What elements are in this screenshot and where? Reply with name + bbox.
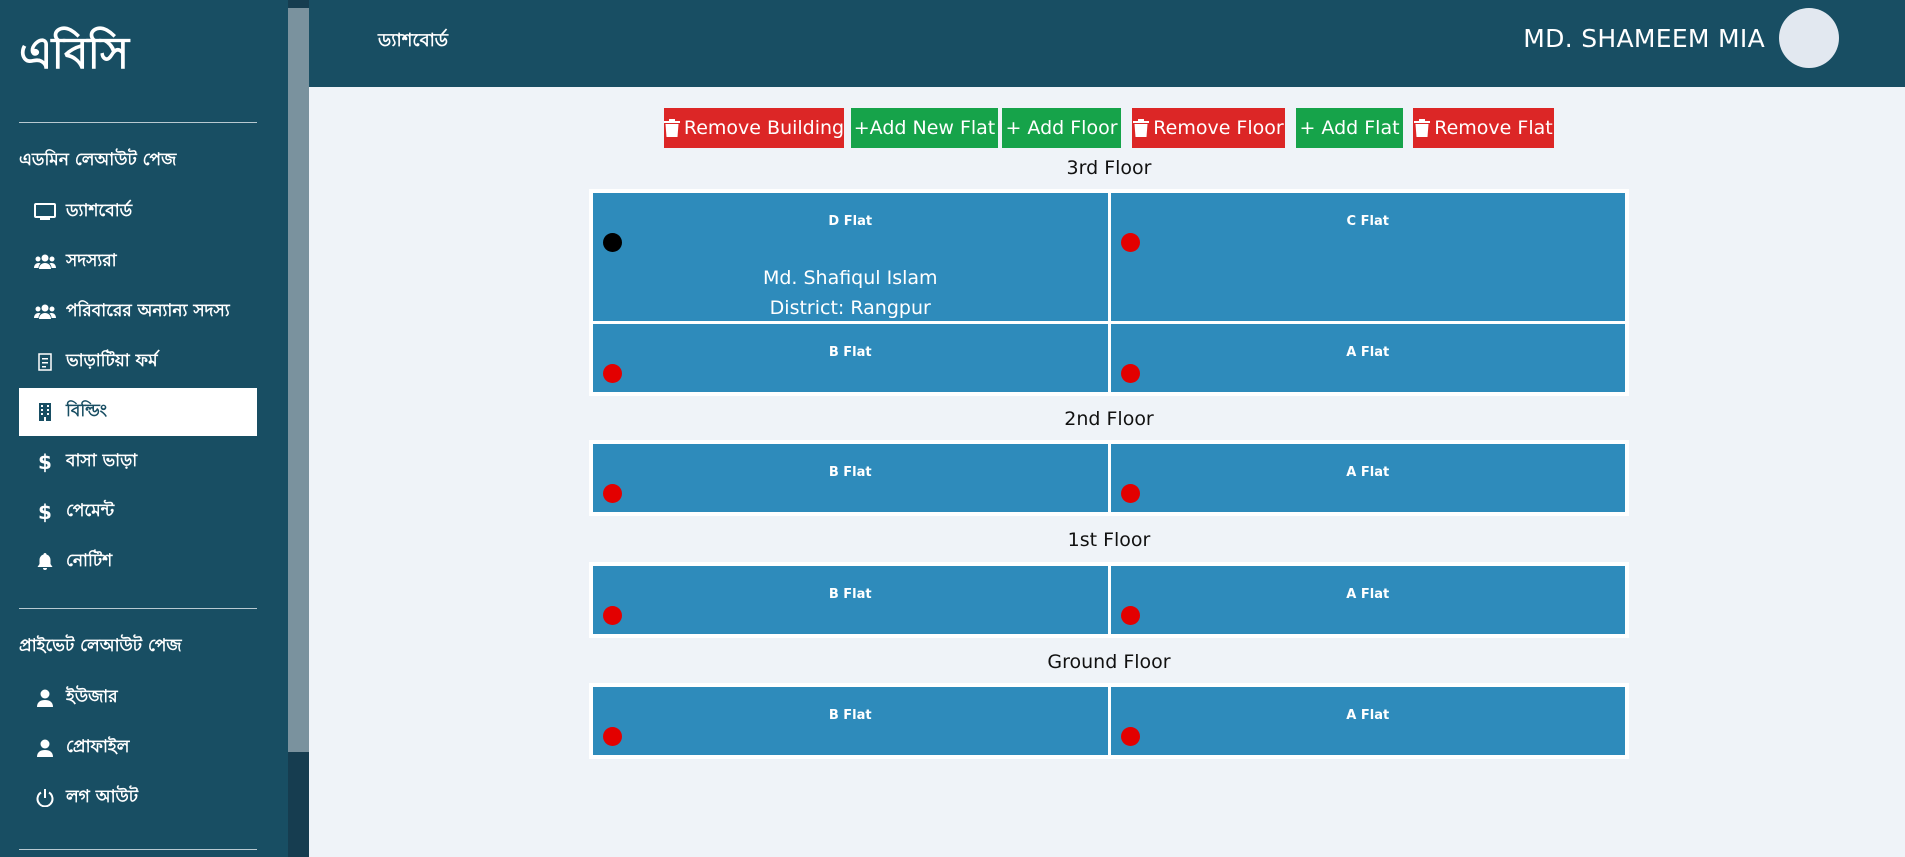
sidebar-item-notice[interactable]: নোটিশ	[19, 538, 257, 586]
avatar[interactable]	[1779, 8, 1839, 68]
vacant-status-dot	[603, 484, 622, 503]
floor-block: B Flat A Flat	[589, 562, 1629, 638]
sidebar-item-label: পেমেন্ট	[66, 501, 115, 521]
vacant-status-dot	[603, 606, 622, 625]
flat-name: B Flat	[828, 345, 872, 360]
flat-name: B Flat	[828, 587, 872, 602]
sidebar-item-label: ড্যাশবোর্ড	[66, 201, 133, 221]
add-flat-button[interactable]: + Add Flat	[1296, 108, 1403, 148]
flat-name: A Flat	[1346, 465, 1390, 480]
user-icon	[33, 688, 57, 708]
flat-cell[interactable]: A Flat	[1110, 444, 1625, 512]
sidebar-item-building[interactable]: বিল্ডিং	[19, 388, 257, 436]
sidebar-item-tenant-form[interactable]: ভাড়াটিয়া ফর্ম	[19, 338, 257, 386]
breadcrumb[interactable]: ড্যাশবোর্ড	[378, 26, 448, 57]
sidebar-item-logout[interactable]: লগ আউট	[19, 774, 257, 822]
building-icon	[33, 402, 57, 422]
vacant-status-dot	[1120, 606, 1140, 625]
form-icon	[33, 352, 57, 372]
flat-cell[interactable]: B Flat	[593, 324, 1108, 392]
sidebar-item-family-members[interactable]: পরিবারের অন্যান্য সদস্য	[19, 288, 257, 336]
add-floor-button[interactable]: + Add Floor	[1002, 108, 1121, 148]
sidebar-item-label: নোটিশ	[66, 551, 113, 571]
floor-block: D Flat Md. Shafiqul Islam District: Rang…	[589, 189, 1629, 396]
flat-cell[interactable]: A Flat	[1110, 324, 1625, 392]
sidebar-item-label: ভাড়াটিয়া ফর্ম	[66, 351, 158, 371]
user-name: MD. SHAMEEM MIA	[1523, 24, 1765, 53]
flat-cell[interactable]: B Flat	[593, 444, 1108, 512]
vacant-status-dot	[1120, 364, 1140, 383]
flat-cell[interactable]: A Flat	[1110, 687, 1625, 755]
flat-name: A Flat	[1346, 345, 1390, 360]
sidebar-divider	[19, 849, 257, 850]
flat-cell[interactable]: B Flat	[593, 566, 1108, 634]
sidebar-item-dashboard[interactable]: ড্যাশবোর্ড	[19, 188, 257, 236]
trash-icon	[663, 119, 680, 137]
flat-name: C Flat	[1346, 214, 1389, 229]
sidebar-scroll-thumb[interactable]	[288, 8, 309, 752]
power-icon	[33, 788, 57, 808]
top-header: ড্যাশবোর্ড MD. SHAMEEM MIA	[309, 0, 1905, 87]
sidebar-item-members[interactable]: সদস্যরা	[19, 238, 257, 286]
flat-name: D Flat	[828, 214, 873, 229]
floor-title: Ground Floor	[1047, 651, 1171, 673]
floor-block: B Flat A Flat	[589, 440, 1629, 516]
flat-cell[interactable]: C Flat	[1110, 193, 1625, 321]
remove-floor-button[interactable]: Remove Floor	[1132, 108, 1285, 148]
sidebar-item-house-rent[interactable]: $ বাসা ভাড়া	[19, 438, 257, 486]
flat-name: A Flat	[1346, 587, 1390, 602]
floor-title: 3rd Floor	[1066, 157, 1152, 179]
occupied-status-dot	[603, 233, 622, 252]
dollar-icon: $	[38, 500, 52, 524]
flat-name: B Flat	[828, 465, 872, 480]
sidebar-item-label: সদস্যরা	[66, 251, 117, 271]
sidebar-item-profile[interactable]: প্রোফাইল	[19, 724, 257, 772]
monitor-icon	[33, 202, 57, 222]
add-new-flat-button[interactable]: +Add New Flat	[851, 108, 998, 148]
users-icon	[33, 252, 57, 272]
brand-logo[interactable]: এবিসি	[19, 20, 129, 93]
vacant-status-dot	[1120, 727, 1140, 746]
trash-icon	[1414, 119, 1431, 137]
sidebar-item-label: বিল্ডিং	[66, 401, 108, 421]
vacant-status-dot	[1120, 233, 1140, 252]
admin-section-title: এডমিন লেআউট পেজ	[19, 150, 177, 170]
flat-cell[interactable]: A Flat	[1110, 566, 1625, 634]
trash-icon	[1133, 119, 1150, 137]
sidebar-item-user[interactable]: ইউজার	[19, 674, 257, 722]
user-icon	[33, 738, 57, 758]
floor-block: B Flat A Flat	[589, 683, 1629, 759]
flat-name: A Flat	[1346, 708, 1390, 723]
sidebar: এবিসি এডমিন লেআউট পেজ ড্যাশবোর্ড সদস্যরা…	[0, 0, 288, 857]
bell-icon	[33, 552, 57, 572]
flat-cell[interactable]: D Flat Md. Shafiqul Islam District: Rang…	[593, 193, 1108, 321]
remove-flat-button[interactable]: Remove Flat	[1413, 108, 1554, 148]
tenant-info: Md. Shafiqul Islam District: Rangpur	[593, 263, 1108, 323]
sidebar-item-payment[interactable]: $ পেমেন্ট	[19, 488, 257, 536]
sidebar-item-label: প্রোফাইল	[66, 737, 130, 757]
flat-name: B Flat	[828, 708, 872, 723]
tenant-name: Md. Shafiqul Islam	[762, 267, 938, 289]
vacant-status-dot	[603, 364, 622, 383]
vacant-status-dot	[603, 727, 622, 746]
remove-building-button[interactable]: Remove Building	[663, 108, 844, 148]
sidebar-divider	[19, 122, 257, 123]
flat-cell[interactable]: B Flat	[593, 687, 1108, 755]
floor-title: 2nd Floor	[1064, 408, 1154, 430]
sidebar-item-label: বাসা ভাড়া	[66, 451, 138, 471]
sidebar-item-label: লগ আউট	[66, 787, 139, 807]
dollar-icon: $	[38, 450, 52, 474]
sidebar-item-label: ইউজার	[66, 687, 118, 707]
users-icon	[33, 302, 57, 322]
floor-title: 1st Floor	[1067, 529, 1151, 551]
sidebar-divider	[19, 608, 257, 609]
private-section-title: প্রাইভেট লেআউট পেজ	[19, 636, 182, 656]
tenant-district: District: Rangpur	[769, 297, 931, 319]
sidebar-item-label: পরিবারের অন্যান্য সদস্য	[66, 301, 230, 321]
vacant-status-dot	[1120, 484, 1140, 503]
